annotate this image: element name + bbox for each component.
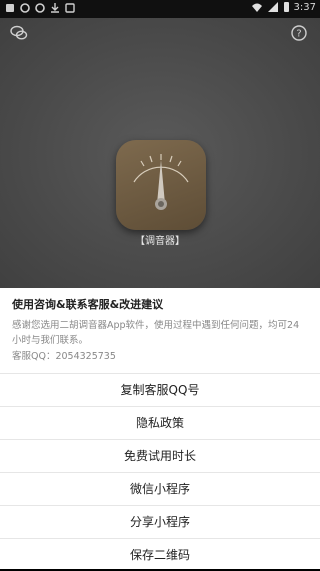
- chat-icon[interactable]: [10, 24, 28, 42]
- status-system: 3:37: [251, 1, 316, 13]
- wechat-miniprogram-button[interactable]: 微信小程序: [0, 472, 320, 505]
- free-trial-button[interactable]: 免费试用时长: [0, 439, 320, 472]
- app-notification-icon: [35, 3, 45, 13]
- status-notifications: [4, 2, 76, 14]
- sheet-description: 感谢您选用二胡调音器App软件，使用过程中遇到任何问题，均可24小时与我们联系。: [12, 320, 300, 346]
- battery-icon: [283, 2, 289, 12]
- copy-qq-button[interactable]: 复制客服QQ号: [0, 373, 320, 406]
- tuner-logo[interactable]: [116, 140, 206, 230]
- sheet-menu: 复制客服QQ号 隐私政策 免费试用时长 微信小程序 分享小程序 保存二维码: [0, 373, 320, 571]
- status-bar: 3:37: [0, 0, 320, 18]
- app-notification-icon: [6, 4, 14, 12]
- help-icon[interactable]: ?: [290, 24, 308, 42]
- save-qrcode-button[interactable]: 保存二维码: [0, 538, 320, 571]
- wifi-icon: [251, 3, 262, 12]
- status-time: 3:37: [293, 1, 316, 13]
- app-notification-icon: [65, 3, 75, 13]
- signal-icon: [267, 2, 278, 12]
- sheet-title: 使用咨询&联系客服&改进建议: [12, 298, 164, 311]
- app-label: 【调音器】: [135, 236, 185, 247]
- privacy-policy-button[interactable]: 隐私政策: [0, 406, 320, 439]
- svg-text:?: ?: [296, 29, 301, 40]
- app-notification-icon: [20, 3, 30, 13]
- share-miniprogram-button[interactable]: 分享小程序: [0, 505, 320, 538]
- app-background: ? 【调音器】: [0, 18, 320, 288]
- download-icon: [51, 3, 59, 13]
- customer-service-qq: 客服QQ：2054325735: [12, 351, 116, 362]
- contact-sheet: 使用咨询&联系客服&改进建议 感谢您选用二胡调音器App软件，使用过程中遇到任何…: [0, 288, 320, 569]
- tuner-gauge-icon: [133, 154, 189, 210]
